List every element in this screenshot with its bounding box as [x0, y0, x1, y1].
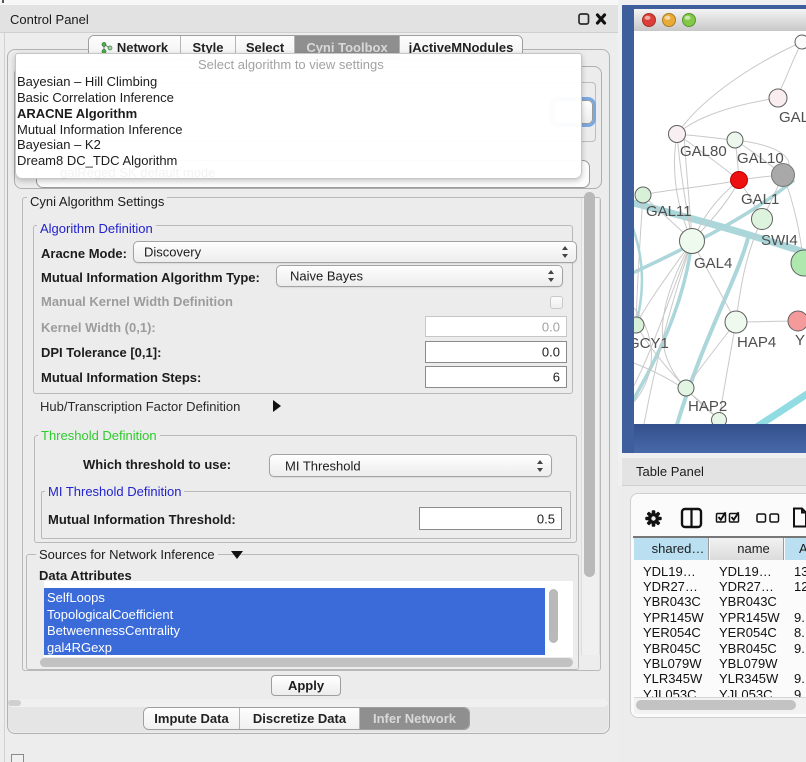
svg-text:GAL1: GAL1	[741, 191, 779, 208]
svg-text:HAP2: HAP2	[688, 398, 727, 415]
svg-text:GAL10: GAL10	[737, 150, 784, 167]
svg-text:GAL11: GAL11	[646, 203, 692, 220]
svg-text:YM: YM	[795, 332, 806, 349]
svg-text:HAP4: HAP4	[737, 334, 776, 351]
svg-text:GCY1: GCY1	[634, 335, 669, 352]
svg-text:GAL4: GAL4	[694, 255, 732, 272]
svg-text:GAL80: GAL80	[680, 143, 727, 160]
svg-text:SWI4: SWI4	[761, 232, 798, 249]
svg-text:GAL2: GAL2	[779, 109, 806, 126]
